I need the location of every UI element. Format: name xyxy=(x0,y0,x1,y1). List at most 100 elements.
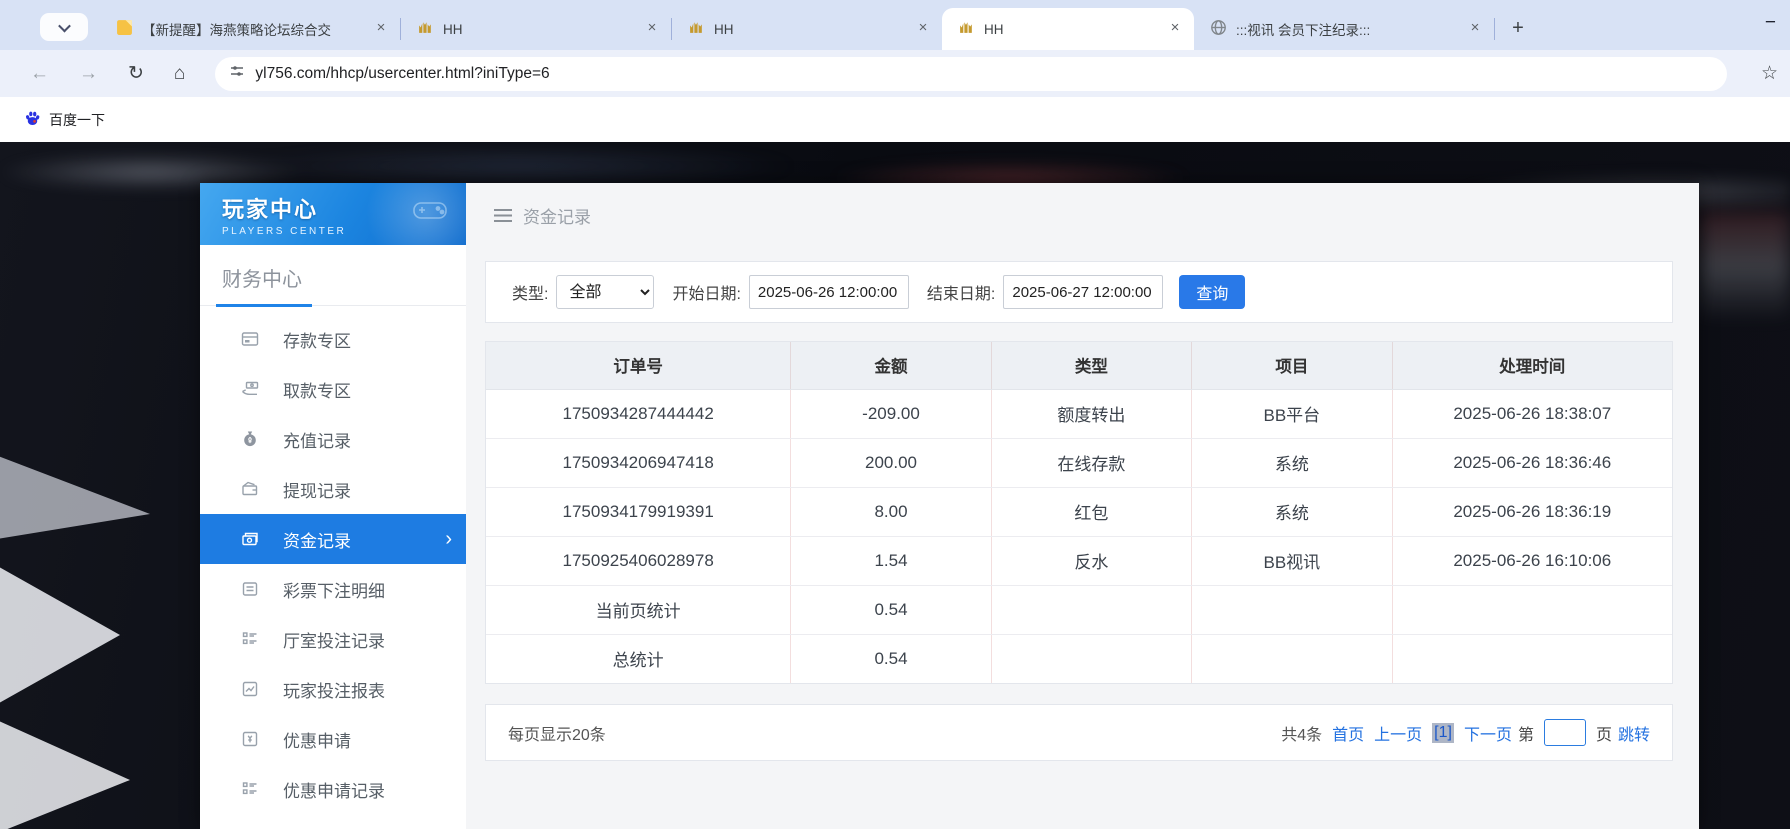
browser-tab-3[interactable]: HH × xyxy=(672,8,942,50)
tab-strip: 【新提醒】海燕策略论坛综合交 × HH × HH × HH × :::视讯 会员… xyxy=(0,0,1790,50)
cell-project: BB视讯 xyxy=(1192,536,1392,585)
sidebar-item-label: 厅室投注记录 xyxy=(283,627,385,652)
close-icon[interactable]: × xyxy=(643,20,661,38)
sidebar-item-promo-apply[interactable]: 优惠申请 xyxy=(200,714,466,764)
sidebar-item-label: 充值记录 xyxy=(283,427,351,452)
tab-title: :::视讯 会员下注纪录::: xyxy=(1236,19,1457,39)
chevron-right-icon: › xyxy=(445,528,452,551)
close-icon[interactable]: × xyxy=(1166,20,1184,38)
bookmark-baidu[interactable]: 百度一下 xyxy=(16,106,113,134)
sidebar-item-label: 提现记录 xyxy=(283,477,351,502)
cell-amount: 0.54 xyxy=(791,634,991,683)
sidebar-item-promo-apply-record[interactable]: 优惠申请记录 xyxy=(200,764,466,814)
url-text: yl756.com/hhcp/usercenter.html?iniType=6 xyxy=(255,65,549,83)
filter-bar: 类型: 全部 开始日期: 结束日期: 查询 xyxy=(485,261,1673,323)
cell-amount: -209.00 xyxy=(791,389,991,438)
background-glow xyxy=(1699,212,1790,322)
jump-page-input[interactable] xyxy=(1544,719,1586,746)
jump-button[interactable]: 跳转 xyxy=(1618,721,1650,745)
cell-project: 系统 xyxy=(1192,487,1392,536)
sidebar-section-title: 财务中心 xyxy=(200,245,466,292)
search-button[interactable]: 查询 xyxy=(1179,275,1245,309)
tab-search-button[interactable] xyxy=(40,13,88,41)
cell-amount: 200.00 xyxy=(791,438,991,487)
note-favicon-icon xyxy=(116,19,133,39)
funds-table: 订单号 金额 类型 项目 处理时间 1750934287444442 -209.… xyxy=(486,342,1672,683)
table-row: 1750934179919391 8.00 红包 系统 2025-06-26 1… xyxy=(486,487,1672,536)
menu-icon[interactable] xyxy=(494,209,512,222)
tab-title: HH xyxy=(984,22,1157,37)
sidebar: 玩家中心 PLAYERS CENTER 财务中心 存款专区 取款专区 xyxy=(200,183,466,829)
browser-tab-4-active[interactable]: HH × xyxy=(942,8,1194,50)
back-icon[interactable]: ← xyxy=(30,63,49,85)
start-date-input[interactable] xyxy=(749,275,909,309)
sidebar-section-rule xyxy=(200,305,466,306)
first-page-link[interactable]: 首页 xyxy=(1332,721,1364,745)
sidebar-item-deposit[interactable]: 存款专区 xyxy=(200,314,466,364)
cell-amount: 8.00 xyxy=(791,487,991,536)
site-info-icon[interactable] xyxy=(229,63,245,84)
cell-amount: 0.54 xyxy=(791,585,991,634)
end-date-label: 结束日期: xyxy=(927,280,995,304)
sidebar-item-funds-record[interactable]: 资金记录 › xyxy=(200,514,466,564)
sidebar-item-label: 优惠申请 xyxy=(283,727,351,752)
sidebar-item-lottery-bet-detail[interactable]: 彩票下注明细 xyxy=(200,564,466,614)
tab-title: HH xyxy=(443,22,634,37)
tab-title: 【新提醒】海燕策略论坛综合交 xyxy=(142,19,363,39)
home-icon[interactable]: ⌂ xyxy=(174,63,185,85)
jump-prefix-label: 第 xyxy=(1518,721,1534,745)
browser-tab-1[interactable]: 【新提醒】海燕策略论坛综合交 × xyxy=(100,8,400,50)
col-header-type: 类型 xyxy=(991,342,1191,389)
browser-tab-5[interactable]: :::视讯 会员下注纪录::: × xyxy=(1194,8,1494,50)
close-icon[interactable]: × xyxy=(1466,20,1484,38)
next-page-link[interactable]: 下一页 xyxy=(1464,721,1512,745)
sidebar-item-label: 彩票下注明细 xyxy=(283,577,385,602)
sidebar-subtitle: PLAYERS CENTER xyxy=(222,226,466,237)
col-header-amount: 金额 xyxy=(791,342,991,389)
address-bar[interactable]: yl756.com/hhcp/usercenter.html?iniType=6 xyxy=(215,57,1727,91)
minimize-button[interactable]: − xyxy=(1765,12,1776,34)
background-wedge xyxy=(0,430,150,550)
page-size-text: 每页显示20条 xyxy=(508,721,606,745)
cell-time: 2025-06-26 16:10:06 xyxy=(1392,536,1672,585)
forward-icon[interactable]: → xyxy=(79,63,98,85)
table-row-page-subtotal: 当前页统计 0.54 xyxy=(486,585,1672,634)
cell-label: 总统计 xyxy=(486,634,791,683)
sidebar-item-label: 玩家投注报表 xyxy=(283,677,385,702)
start-date-label: 开始日期: xyxy=(672,280,740,304)
toolbar: ← → ↻ ⌂ yl756.com/hhcp/usercenter.html?i… xyxy=(0,50,1790,97)
reload-icon[interactable]: ↻ xyxy=(128,62,144,85)
jump-suffix-label: 页 xyxy=(1596,721,1612,745)
gold-bars-favicon-icon xyxy=(417,19,434,39)
cell-time: 2025-06-26 18:38:07 xyxy=(1392,389,1672,438)
cell-order-no: 1750934287444442 xyxy=(486,389,791,438)
type-label: 类型: xyxy=(512,280,548,304)
globe-favicon-icon xyxy=(1210,19,1227,39)
end-date-input[interactable] xyxy=(1003,275,1163,309)
prev-page-link[interactable]: 上一页 xyxy=(1374,721,1422,745)
sidebar-item-withdraw[interactable]: 取款专区 xyxy=(200,364,466,414)
baidu-paw-icon xyxy=(24,110,41,130)
background-wedge xyxy=(0,545,120,725)
sidebar-item-withdrawal-record[interactable]: 提现记录 xyxy=(200,464,466,514)
table-row: 1750925406028978 1.54 反水 BB视讯 2025-06-26… xyxy=(486,536,1672,585)
gold-bars-favicon-icon xyxy=(958,19,975,39)
type-select[interactable]: 全部 xyxy=(556,275,654,309)
tab-divider xyxy=(1494,18,1495,40)
sidebar-item-hall-bet-record[interactable]: 厅室投注记录 xyxy=(200,614,466,664)
sidebar-item-label: 资金记录 xyxy=(283,527,351,552)
page-background: 玩家中心 PLAYERS CENTER 财务中心 存款专区 取款专区 xyxy=(0,142,1790,829)
total-count-text: 共4条 xyxy=(1281,721,1322,745)
bookmark-star-icon[interactable]: ☆ xyxy=(1761,62,1778,85)
sidebar-item-recharge-record[interactable]: 充值记录 xyxy=(200,414,466,464)
sidebar-item-player-bet-report[interactable]: 玩家投注报表 xyxy=(200,664,466,714)
sidebar-item-label: 优惠申请记录 xyxy=(283,777,385,802)
close-icon[interactable]: × xyxy=(914,20,932,38)
browser-tab-2[interactable]: HH × xyxy=(401,8,671,50)
funds-table-container: 订单号 金额 类型 项目 处理时间 1750934287444442 -209.… xyxy=(485,341,1673,684)
new-tab-button[interactable]: + xyxy=(1503,13,1533,43)
bookmark-label: 百度一下 xyxy=(49,110,105,130)
gamepad-decoration-icon xyxy=(410,195,450,230)
tab-title: HH xyxy=(714,22,905,37)
close-icon[interactable]: × xyxy=(372,20,390,38)
